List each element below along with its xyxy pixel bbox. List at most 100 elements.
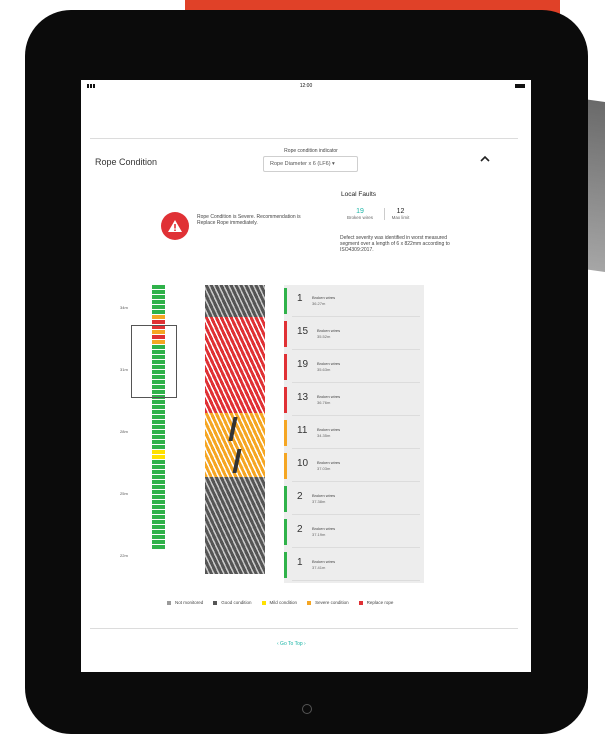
fault-severity-bar bbox=[284, 486, 287, 512]
indicator-label: Rope condition indicator bbox=[284, 148, 338, 154]
legend-swatch bbox=[358, 600, 363, 605]
legend-label: Not monitored bbox=[175, 600, 204, 605]
fault-position: 37.38m bbox=[312, 499, 326, 504]
legend-item: Replace rope bbox=[358, 600, 394, 605]
fault-label: Broken wires bbox=[317, 394, 341, 399]
fault-position: 37.41m bbox=[312, 565, 326, 570]
fault-position: 37.19m bbox=[312, 532, 326, 537]
fault-divider bbox=[292, 580, 420, 581]
rope-segment bbox=[205, 285, 265, 318]
axis-tick-label: 31m bbox=[120, 367, 128, 372]
fault-label: Broken wires bbox=[317, 361, 341, 366]
status-time: 12:00 bbox=[299, 83, 313, 89]
condition-legend: Not monitored Good condition Mild conditio… bbox=[167, 600, 393, 605]
fault-severity-bar bbox=[284, 321, 287, 347]
fault-count: 2 bbox=[297, 524, 303, 535]
fault-count: 11 bbox=[297, 425, 308, 436]
fault-row[interactable]: 1 Broken wires 37.41m bbox=[284, 549, 424, 581]
fault-count: 19 bbox=[297, 359, 309, 370]
home-button[interactable] bbox=[302, 704, 312, 714]
fault-label: Broken wires bbox=[317, 460, 341, 465]
legend-label: Severe condition bbox=[315, 600, 349, 605]
fault-count: 13 bbox=[297, 392, 309, 403]
fault-row[interactable]: 15 Broken wires 35.52m bbox=[284, 318, 424, 350]
axis-tick-label: 22m bbox=[120, 553, 128, 558]
fault-severity-bar bbox=[284, 354, 287, 380]
rope-segment bbox=[205, 445, 265, 478]
legend-label: Replace rope bbox=[366, 600, 394, 605]
legend-item: Mild condition bbox=[261, 600, 298, 605]
max-limit-stat: 12 Max limit bbox=[384, 208, 416, 220]
legend-item: Severe condition bbox=[307, 600, 349, 605]
health-segment bbox=[152, 450, 165, 460]
rope-segment bbox=[205, 349, 265, 382]
rope-segment bbox=[205, 317, 265, 350]
fault-severity-bar bbox=[284, 420, 287, 446]
fault-row[interactable]: 1 Broken wires 36.27m bbox=[284, 285, 424, 317]
fault-label: Broken wires bbox=[312, 493, 336, 498]
fault-divider bbox=[292, 514, 420, 515]
fault-row[interactable]: 13 Broken wires 36.76m bbox=[284, 384, 424, 416]
chevron-up-icon[interactable] bbox=[479, 153, 491, 165]
fault-row[interactable]: 19 Broken wires 35.63m bbox=[284, 351, 424, 383]
legend-swatch bbox=[307, 600, 312, 605]
fault-label: Broken wires bbox=[312, 295, 336, 300]
divider-top bbox=[90, 138, 518, 139]
health-segment bbox=[152, 285, 165, 315]
rope-core-break bbox=[232, 449, 242, 473]
fault-divider bbox=[292, 316, 420, 317]
fault-divider bbox=[292, 349, 420, 350]
fault-position: 34.35m bbox=[317, 433, 331, 438]
fault-divider bbox=[292, 547, 420, 548]
legend-label: Good condition bbox=[221, 600, 252, 605]
fault-row[interactable]: 10 Broken wires 37.03m bbox=[284, 450, 424, 482]
legend-label: Mild condition bbox=[269, 600, 298, 605]
fault-position: 36.27m bbox=[312, 301, 326, 306]
rope-segment bbox=[205, 541, 265, 574]
fault-severity-bar bbox=[284, 288, 287, 314]
max-limit-value: 12 bbox=[396, 208, 405, 215]
warning-text: Rope Condition is Severe. Recommendation… bbox=[197, 214, 301, 226]
rope-segment bbox=[205, 413, 265, 446]
rope-visualization bbox=[205, 285, 265, 574]
warning-triangle-icon bbox=[161, 212, 189, 240]
legend-item: Not monitored bbox=[167, 600, 203, 605]
local-faults-description: Defect severity was identified in worst … bbox=[340, 235, 450, 253]
divider-bottom bbox=[90, 628, 518, 629]
fault-divider bbox=[292, 481, 420, 482]
axis-tick-label: 25m bbox=[120, 491, 128, 496]
fault-row[interactable]: 11 Broken wires 34.35m bbox=[284, 417, 424, 449]
status-bar: 12:00 bbox=[81, 80, 531, 92]
axis-tick-label: 34m bbox=[120, 305, 128, 310]
rope-core-break bbox=[228, 417, 238, 441]
faults-list: 1 Broken wires 36.27m 15 Broken wires 35.52m 1… bbox=[284, 285, 424, 583]
fault-divider bbox=[292, 415, 420, 416]
go-to-top-link[interactable]: ‹ Go To Top › bbox=[277, 641, 306, 647]
broken-wires-label: Broken wires bbox=[346, 215, 373, 220]
fault-divider bbox=[292, 448, 420, 449]
fault-position: 36.76m bbox=[317, 400, 331, 405]
axis-tick-label: 28m bbox=[120, 429, 128, 434]
fault-count: 1 bbox=[297, 293, 303, 304]
fault-severity-bar bbox=[284, 387, 287, 413]
max-limit-label: Max limit bbox=[391, 215, 410, 220]
zoom-window[interactable] bbox=[131, 325, 177, 398]
fault-row[interactable]: 2 Broken wires 37.38m bbox=[284, 483, 424, 515]
fault-label: Broken wires bbox=[312, 526, 336, 531]
rope-diameter-select[interactable]: Rope Diameter x 6 (LF6) ▾ bbox=[263, 156, 358, 172]
fault-position: 35.52m bbox=[317, 334, 331, 339]
fault-count: 10 bbox=[297, 458, 309, 469]
fault-divider bbox=[292, 382, 420, 383]
fault-label: Broken wires bbox=[317, 328, 341, 333]
health-segment bbox=[152, 460, 165, 550]
signal-icon bbox=[87, 84, 97, 88]
broken-wires-value: 19 bbox=[356, 208, 364, 215]
fault-row[interactable]: 2 Broken wires 37.19m bbox=[284, 516, 424, 548]
fault-label: Broken wires bbox=[312, 559, 336, 564]
fault-count: 15 bbox=[297, 326, 309, 337]
local-faults-title: Local Faults bbox=[341, 191, 377, 198]
section-title: Rope Condition bbox=[95, 157, 158, 167]
rope-segment bbox=[205, 477, 265, 510]
fault-label: Broken wires bbox=[317, 427, 341, 432]
rope-segment bbox=[205, 509, 265, 542]
